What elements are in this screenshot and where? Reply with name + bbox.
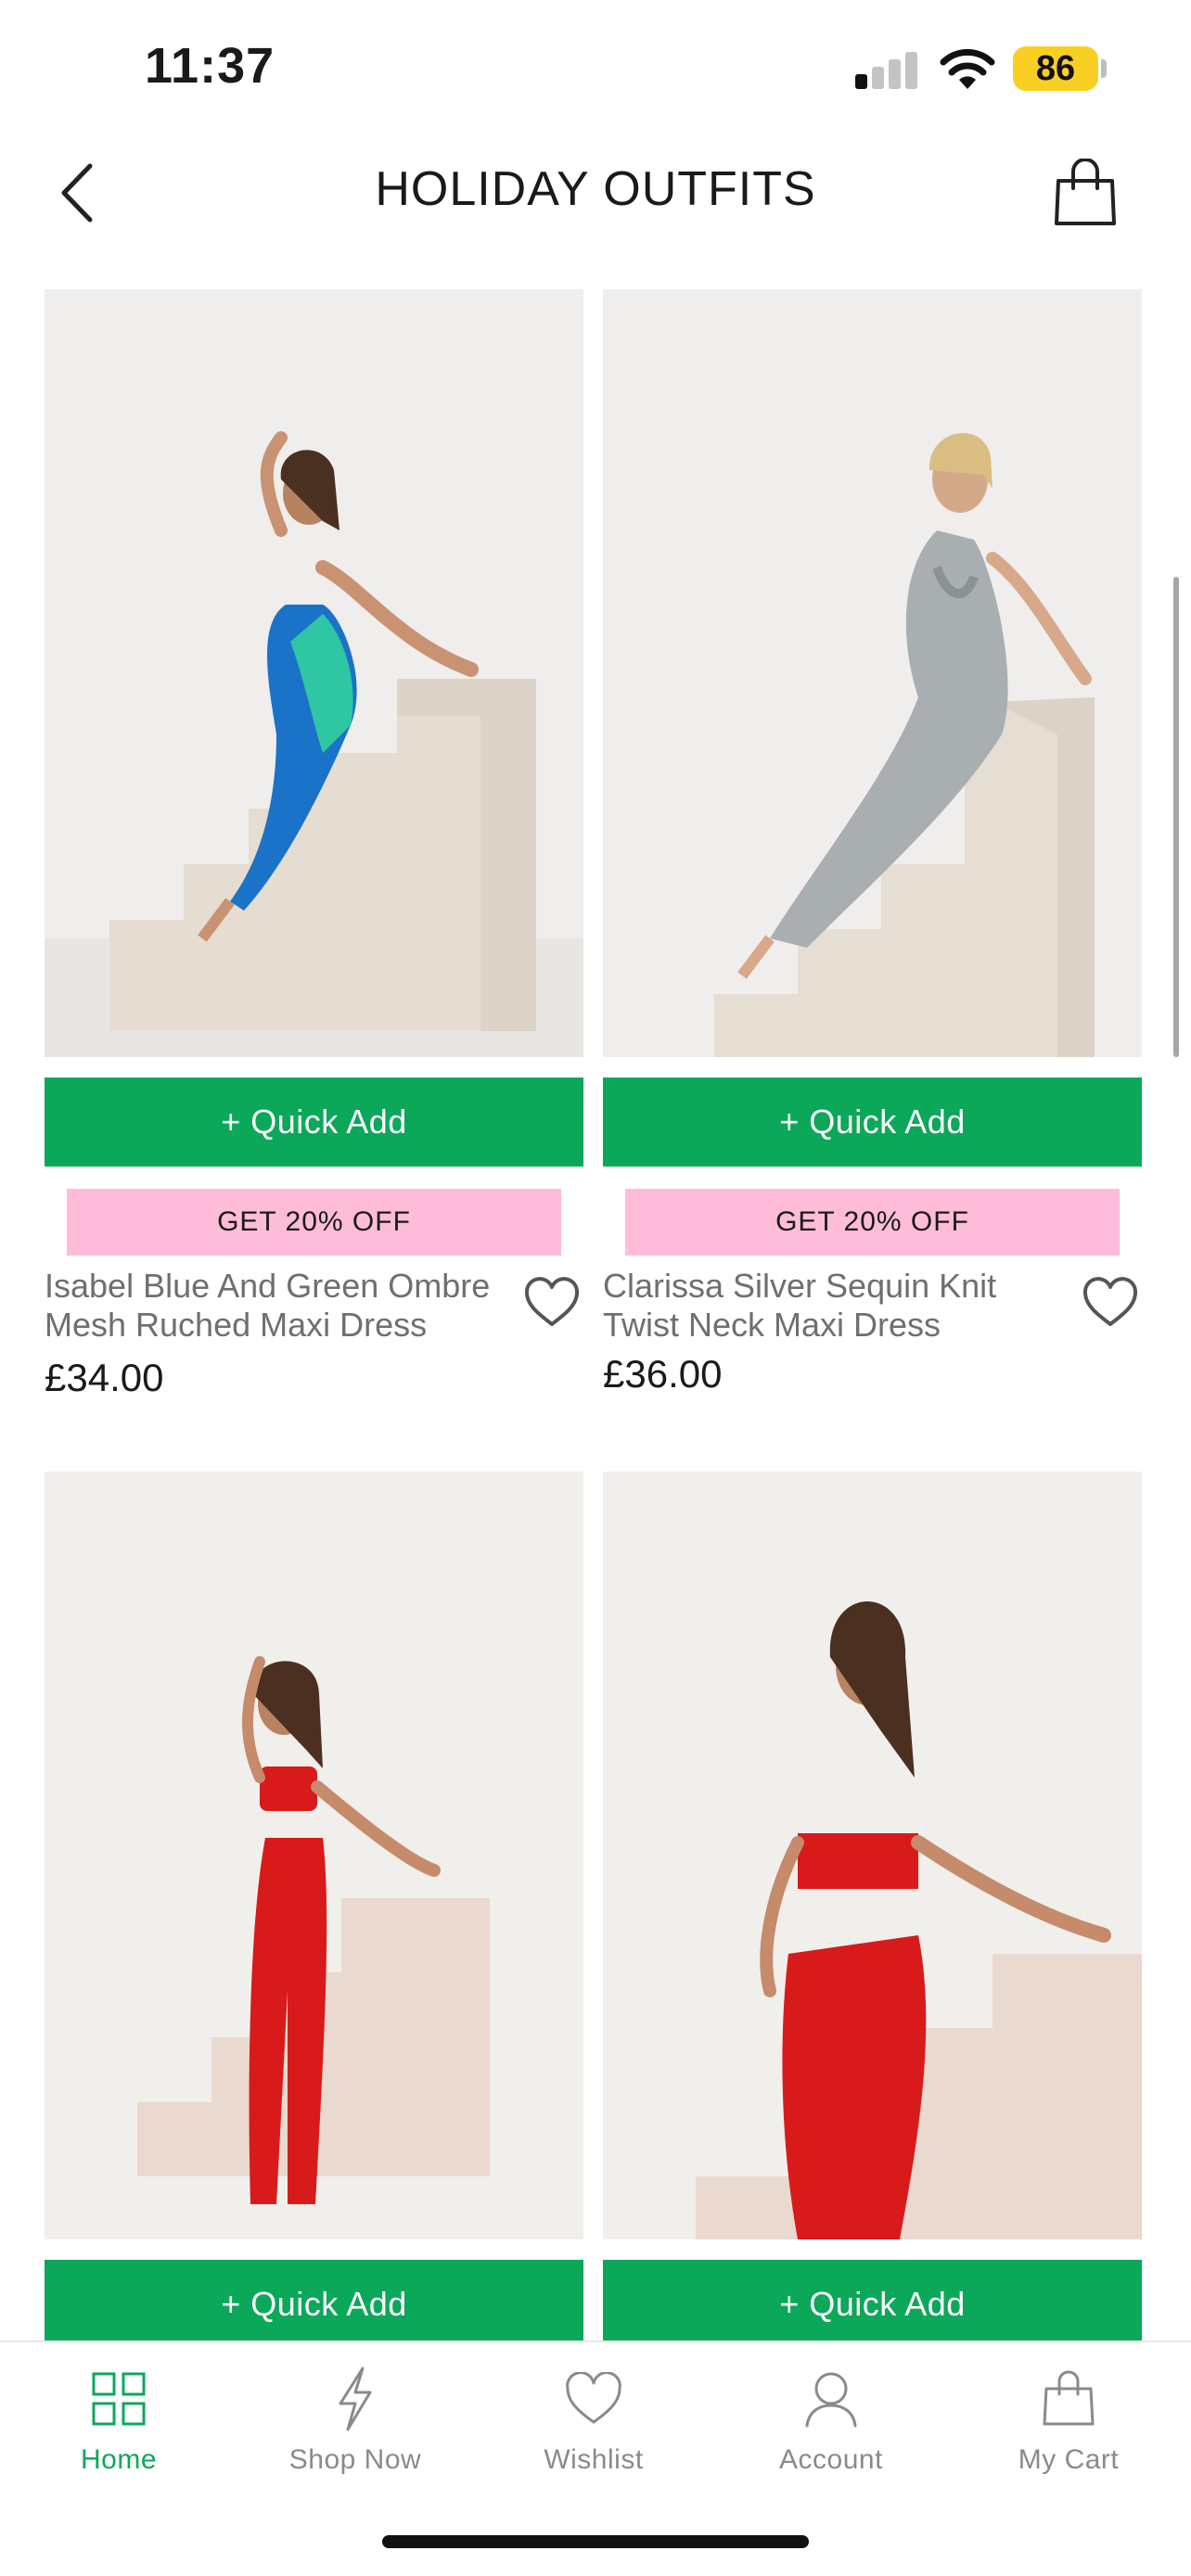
product-card: + Quick Add xyxy=(45,1472,583,2349)
product-price: £34.00 xyxy=(45,1356,164,1399)
tab-label: Shop Now xyxy=(288,2444,422,2475)
shopping-bag-icon xyxy=(1036,2366,1101,2431)
tab-account[interactable]: Account xyxy=(738,2361,924,2500)
nav-header: HOLIDAY OUTFITS xyxy=(0,139,1191,243)
header-bag-button[interactable] xyxy=(1048,154,1122,232)
battery-indicator: 86 xyxy=(1013,46,1098,91)
product-image[interactable] xyxy=(603,1472,1142,2239)
wishlist-button[interactable] xyxy=(520,1270,583,1333)
product-card: + Quick Add GET 20% OFF Clarissa Silver … xyxy=(603,289,1142,1402)
promo-badge[interactable]: GET 20% OFF xyxy=(67,1189,561,1256)
promo-badge[interactable]: GET 20% OFF xyxy=(625,1189,1120,1256)
quick-add-button[interactable]: + Quick Add xyxy=(603,1078,1142,1167)
heart-icon xyxy=(1082,1277,1138,1326)
tab-my-cart[interactable]: My Cart xyxy=(976,2361,1161,2500)
scroll-indicator[interactable] xyxy=(1173,577,1179,1057)
shopping-bag-icon xyxy=(1055,159,1116,225)
wifi-icon xyxy=(940,48,995,89)
product-name[interactable]: Isabel Blue And Green Ombre Mesh Ruched … xyxy=(45,1267,508,1345)
status-time: 11:37 xyxy=(145,38,275,94)
user-icon xyxy=(799,2366,864,2431)
product-card: + Quick Add xyxy=(603,1472,1142,2349)
page-title: HOLIDAY OUTFITS xyxy=(375,162,816,216)
tab-label: My Cart xyxy=(1018,2444,1120,2475)
lightning-icon xyxy=(323,2366,388,2431)
product-image[interactable] xyxy=(603,289,1142,1057)
product-card: + Quick Add GET 20% OFF Isabel Blue And … xyxy=(45,289,583,1402)
product-name[interactable]: Clarissa Silver Sequin Knit Twist Neck M… xyxy=(603,1267,1067,1345)
product-image[interactable] xyxy=(45,1472,583,2239)
heart-icon xyxy=(524,1277,580,1326)
battery-tip xyxy=(1101,59,1107,78)
tab-label: Home xyxy=(80,2444,158,2475)
quick-add-button[interactable]: + Quick Add xyxy=(603,2260,1142,2349)
product-image[interactable] xyxy=(45,289,583,1057)
product-photo-silver-dress xyxy=(603,289,1142,1057)
product-photo-blue-dress xyxy=(45,289,583,1057)
wishlist-button[interactable] xyxy=(1079,1270,1142,1333)
heart-icon xyxy=(561,2366,626,2431)
tab-wishlist[interactable]: Wishlist xyxy=(501,2361,686,2500)
tab-label: Account xyxy=(779,2444,883,2475)
home-indicator[interactable] xyxy=(382,2535,809,2548)
tab-label: Wishlist xyxy=(544,2444,644,2475)
product-photo-red-halter-co-ord xyxy=(603,1472,1142,2239)
quick-add-button[interactable]: + Quick Add xyxy=(45,2260,583,2349)
product-photo-red-co-ord xyxy=(45,1472,583,2239)
tab-home[interactable]: Home xyxy=(26,2361,211,2500)
status-bar: 11:37 86 xyxy=(0,0,1191,139)
tab-shop-now[interactable]: Shop Now xyxy=(263,2361,448,2500)
grid-icon xyxy=(86,2366,151,2431)
product-price: £36.00 xyxy=(603,1352,723,1396)
cellular-signal-icon xyxy=(855,52,918,89)
quick-add-button[interactable]: + Quick Add xyxy=(45,1078,583,1167)
